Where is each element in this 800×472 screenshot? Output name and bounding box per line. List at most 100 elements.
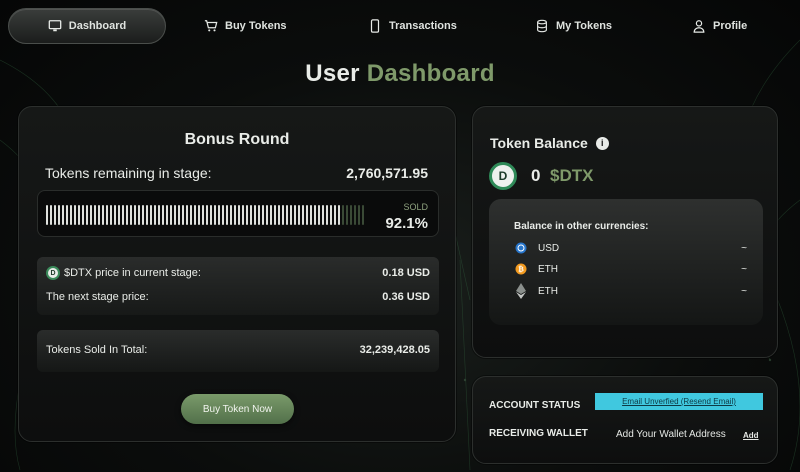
progress-segment (218, 205, 220, 225)
progress-segment (346, 205, 348, 225)
progress-segment (290, 205, 292, 225)
progress-segment (202, 205, 204, 225)
progress-segment (214, 205, 216, 225)
progress-segment (178, 205, 180, 225)
progress-segment (150, 205, 152, 225)
nav-transactions[interactable]: Transactions (368, 8, 457, 44)
progress-segment (314, 205, 316, 225)
progress-segment (94, 205, 96, 225)
progress-segment (278, 205, 280, 225)
page-title: User Dashboard (305, 60, 495, 87)
top-navigation: Dashboard Buy Tokens Transactions My Tok… (8, 8, 792, 44)
progress-segment (170, 205, 172, 225)
progress-segment (154, 205, 156, 225)
sold-value: 92.1% (385, 215, 428, 232)
progress-box: SOLD 92.1% (37, 190, 439, 237)
progress-segment (362, 205, 364, 225)
add-wallet-link[interactable]: Add (743, 431, 759, 440)
sold-label: SOLD (403, 202, 428, 212)
progress-segment (310, 205, 312, 225)
progress-segment (258, 205, 260, 225)
progress-segment (262, 205, 264, 225)
progress-segment (58, 205, 60, 225)
progress-segment (90, 205, 92, 225)
account-status-card: ACCOUNT STATUS Email Unverfied (Resend E… (472, 376, 778, 464)
currency-row-eth: ₿ ETH ~ (515, 263, 747, 275)
other-currencies-title: Balance in other currencies: (514, 221, 649, 232)
progress-segment (142, 205, 144, 225)
current-price-row: D $DTX price in current stage: 0.18 USD (46, 266, 430, 280)
progress-segment (122, 205, 124, 225)
nav-dashboard[interactable]: Dashboard (8, 8, 166, 44)
progress-segment (114, 205, 116, 225)
progress-segment (286, 205, 288, 225)
next-price-value: 0.36 USD (382, 291, 430, 303)
nav-profile[interactable]: Profile (692, 8, 747, 44)
progress-segment (230, 205, 232, 225)
progress-segment (354, 205, 356, 225)
progress-segment (158, 205, 160, 225)
nav-label: Buy Tokens (225, 20, 287, 32)
nav-label: Profile (713, 20, 748, 32)
dtx-logo-icon: D (489, 162, 517, 190)
progress-segment (294, 205, 296, 225)
progress-segment (74, 205, 76, 225)
progress-segment (138, 205, 140, 225)
currency-row-usd: USD ~ (515, 242, 747, 254)
bonus-title: Bonus Round (184, 131, 290, 148)
other-currencies-box: Balance in other currencies: USD ~ ₿ ETH… (489, 199, 763, 325)
progress-segment (102, 205, 104, 225)
progress-segment (234, 205, 236, 225)
phone-icon (370, 19, 380, 33)
total-sold-value: 32,239,428.05 (359, 344, 430, 356)
progress-segment (246, 205, 248, 225)
bonus-round-card: Bonus Round Tokens remaining in stage: 2… (18, 106, 456, 442)
progress-segment (206, 205, 208, 225)
progress-segment (222, 205, 224, 225)
progress-segment (186, 205, 188, 225)
progress-segment (210, 205, 212, 225)
total-sold-row: Tokens Sold In Total: 32,239,428.05 (46, 344, 430, 356)
progress-segment (118, 205, 120, 225)
dtx-logo-icon: D (46, 266, 60, 280)
info-icon[interactable]: i (595, 136, 609, 150)
receiving-wallet-label: RECEIVING WALLET (489, 428, 588, 439)
progress-segment (70, 205, 72, 225)
progress-segment (182, 205, 184, 225)
user-icon (693, 20, 705, 33)
progress-segment (194, 205, 196, 225)
progress-segment (162, 205, 164, 225)
currency-row-eth-2: ETH ~ (515, 283, 747, 299)
progress-segment (358, 205, 360, 225)
progress-segment (342, 205, 344, 225)
progress-segment (254, 205, 256, 225)
wallet-address-text: Add Your Wallet Address (616, 429, 726, 440)
total-sold-label: Tokens Sold In Total: (46, 344, 148, 356)
progress-segment (146, 205, 148, 225)
progress-segment (326, 205, 328, 225)
total-sold-box: Tokens Sold In Total: 32,239,428.05 (37, 330, 439, 372)
next-price-row: The next stage price: 0.36 USD (46, 291, 430, 303)
progress-segment (82, 205, 84, 225)
progress-segment (106, 205, 108, 225)
nav-buy-tokens[interactable]: Buy Tokens (204, 8, 287, 44)
progress-segment (306, 205, 308, 225)
account-status-label: ACCOUNT STATUS (489, 400, 581, 411)
nav-label: Transactions (389, 20, 457, 32)
bitcoin-orange-icon: ₿ (515, 263, 527, 275)
price-box: D $DTX price in current stage: 0.18 USD T… (37, 257, 439, 315)
database-icon (537, 19, 547, 33)
nav-label: Dashboard (68, 20, 127, 32)
progress-segment (134, 205, 136, 225)
progress-segment (250, 205, 252, 225)
progress-segment (62, 205, 64, 225)
progress-segment (198, 205, 200, 225)
next-price-label: The next stage price: (46, 291, 149, 303)
progress-segment (318, 205, 320, 225)
email-unverified-badge[interactable]: Email Unverfied (Resend Email) (595, 393, 763, 410)
progress-segment (110, 205, 112, 225)
buy-token-button[interactable]: Buy Token Now (181, 394, 294, 424)
balance-amount: 0 (531, 166, 541, 185)
current-price-label: $DTX price in current stage: (64, 267, 201, 279)
nav-my-tokens[interactable]: My Tokens (535, 8, 612, 44)
